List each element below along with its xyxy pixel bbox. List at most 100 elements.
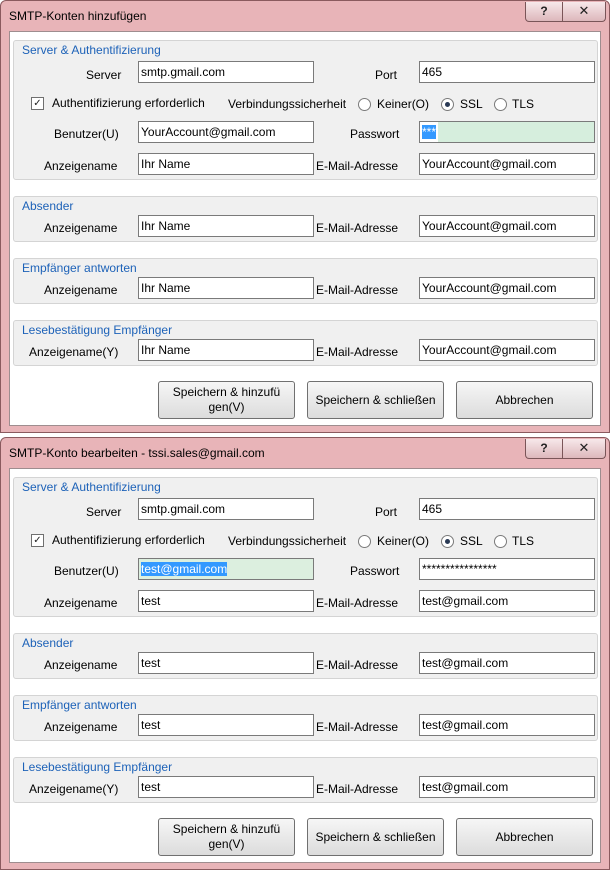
sender-group: Absender Anzeigename Ihr Name E-Mail-Adr… (13, 196, 598, 242)
radio-ssl-label: SSL (460, 97, 483, 111)
display-name-input[interactable]: Ihr Name (138, 277, 314, 299)
display-name-input[interactable]: Ihr Name (138, 215, 314, 237)
email-input[interactable]: test@gmail.com (419, 776, 595, 798)
user-label: Benutzer(U) (54, 127, 119, 141)
group-title: Empfänger antworten (22, 261, 137, 275)
reply-to-group: Empfänger antworten Anzeigename test E-M… (13, 695, 598, 741)
group-title: Empfänger antworten (22, 698, 137, 712)
email-label: E-Mail-Adresse (316, 720, 399, 734)
save-and-add-button[interactable]: Speichern & hinzufü gen(V) (158, 381, 295, 419)
display-name-label: Anzeigename (44, 720, 118, 734)
email-label: E-Mail-Adresse (316, 283, 399, 297)
user-input[interactable]: test@gmail.com (138, 558, 314, 580)
save-add-line2: gen(V) (208, 400, 245, 414)
close-button[interactable]: ✕ (562, 2, 606, 22)
email-input[interactable]: YourAccount@gmail.com (419, 339, 595, 361)
radio-tls-label: TLS (512, 97, 535, 111)
password-label: Passwort (350, 564, 400, 578)
password-input[interactable]: *** (419, 121, 595, 143)
cancel-button[interactable]: Abbrechen (456, 381, 593, 419)
close-icon: ✕ (578, 440, 590, 455)
read-receipt-group: Lesebestätigung Empfänger Anzeigename(Y)… (13, 320, 598, 366)
display-name-label: Anzeigename (44, 283, 118, 297)
radio-tls[interactable] (494, 98, 507, 111)
email-input[interactable]: YourAccount@gmail.com (419, 153, 595, 175)
server-auth-group: Server & Authentifizierung Server smtp.g… (13, 477, 598, 617)
save-add-line1: Speichern & hinzufü (172, 822, 281, 836)
auth-checkbox[interactable]: ✓ (31, 534, 44, 547)
display-name-label: Anzeigename (44, 658, 118, 672)
cancel-button[interactable]: Abbrechen (456, 818, 593, 856)
server-input[interactable]: smtp.gmail.com (138, 498, 314, 520)
display-name-input[interactable]: test (138, 776, 314, 798)
title-bar[interactable]: SMTP-Konto bearbeiten - tssi.sales@gmail… (1, 438, 609, 468)
reply-to-group: Empfänger antworten Anzeigename Ihr Name… (13, 258, 598, 304)
server-input[interactable]: smtp.gmail.com (138, 61, 314, 83)
save-close-label: Speichern & schließen (315, 392, 436, 407)
user-input[interactable]: YourAccount@gmail.com (138, 121, 314, 143)
auth-label: Authentifizierung erforderlich (52, 96, 205, 110)
display-name-input[interactable]: test (138, 652, 314, 674)
smtp-add-dialog: SMTP-Konten hinzufügen ? ✕ Server & Auth… (0, 0, 610, 433)
radio-ssl-label: SSL (460, 534, 483, 548)
password-value: *** (422, 125, 437, 139)
group-title: Lesebestätigung Empfänger (22, 760, 173, 774)
email-input[interactable]: YourAccount@gmail.com (419, 277, 595, 299)
email-label: E-Mail-Adresse (316, 345, 399, 359)
security-label: Verbindungssicherheit (228, 97, 347, 111)
radio-none-label: Keiner(O) (377, 97, 430, 111)
save-and-close-button[interactable]: Speichern & schließen (307, 381, 444, 419)
save-and-close-button[interactable]: Speichern & schließen (307, 818, 444, 856)
save-close-label: Speichern & schließen (315, 829, 436, 844)
group-title: Absender (22, 636, 74, 650)
email-input[interactable]: test@gmail.com (419, 714, 595, 736)
radio-ssl[interactable] (441, 535, 454, 548)
close-icon: ✕ (578, 3, 590, 18)
password-input[interactable]: **************** (419, 558, 595, 580)
user-value: test@gmail.com (141, 562, 228, 576)
sender-group: Absender Anzeigename test E-Mail-Adresse… (13, 633, 598, 679)
radio-tls[interactable] (494, 535, 507, 548)
email-label: E-Mail-Adresse (316, 159, 399, 173)
email-input[interactable]: YourAccount@gmail.com (419, 215, 595, 237)
save-add-line1: Speichern & hinzufü (172, 385, 281, 399)
save-and-add-button[interactable]: Speichern & hinzufü gen(V) (158, 818, 295, 856)
radio-none-label: Keiner(O) (377, 534, 430, 548)
window-title: SMTP-Konto bearbeiten - tssi.sales@gmail… (9, 446, 265, 460)
title-bar[interactable]: SMTP-Konten hinzufügen ? ✕ (1, 1, 609, 31)
security-label: Verbindungssicherheit (228, 534, 347, 548)
display-name-label: Anzeigename(Y) (29, 345, 119, 359)
port-input[interactable]: 465 (419, 498, 595, 520)
window-title: SMTP-Konten hinzufügen (9, 9, 147, 23)
display-name-input[interactable]: test (138, 590, 314, 612)
group-title: Lesebestätigung Empfänger (22, 323, 173, 337)
display-name-label: Anzeigename (44, 159, 118, 173)
email-label: E-Mail-Adresse (316, 221, 399, 235)
password-label: Passwort (350, 127, 400, 141)
cancel-label: Abbrechen (495, 392, 554, 407)
display-name-input[interactable]: test (138, 714, 314, 736)
group-title: Server & Authentifizierung (22, 480, 161, 494)
read-receipt-group: Lesebestätigung Empfänger Anzeigename(Y)… (13, 757, 598, 803)
email-input[interactable]: test@gmail.com (419, 652, 595, 674)
radio-ssl[interactable] (441, 98, 454, 111)
port-label: Port (375, 68, 398, 82)
display-name-input[interactable]: Ihr Name (138, 339, 314, 361)
auth-checkbox[interactable]: ✓ (31, 97, 44, 110)
help-icon: ? (540, 441, 548, 455)
user-label: Benutzer(U) (54, 564, 119, 578)
server-label: Server (86, 68, 122, 82)
email-label: E-Mail-Adresse (316, 782, 399, 796)
display-name-label: Anzeigename (44, 221, 118, 235)
help-button[interactable]: ? (525, 439, 563, 459)
port-input[interactable]: 465 (419, 61, 595, 83)
radio-none[interactable] (358, 98, 371, 111)
radio-none[interactable] (358, 535, 371, 548)
email-input[interactable]: test@gmail.com (419, 590, 595, 612)
close-button[interactable]: ✕ (562, 439, 606, 459)
email-label: E-Mail-Adresse (316, 596, 399, 610)
help-button[interactable]: ? (525, 2, 563, 22)
group-title: Absender (22, 199, 74, 213)
display-name-label: Anzeigename(Y) (29, 782, 119, 796)
display-name-input[interactable]: Ihr Name (138, 153, 314, 175)
